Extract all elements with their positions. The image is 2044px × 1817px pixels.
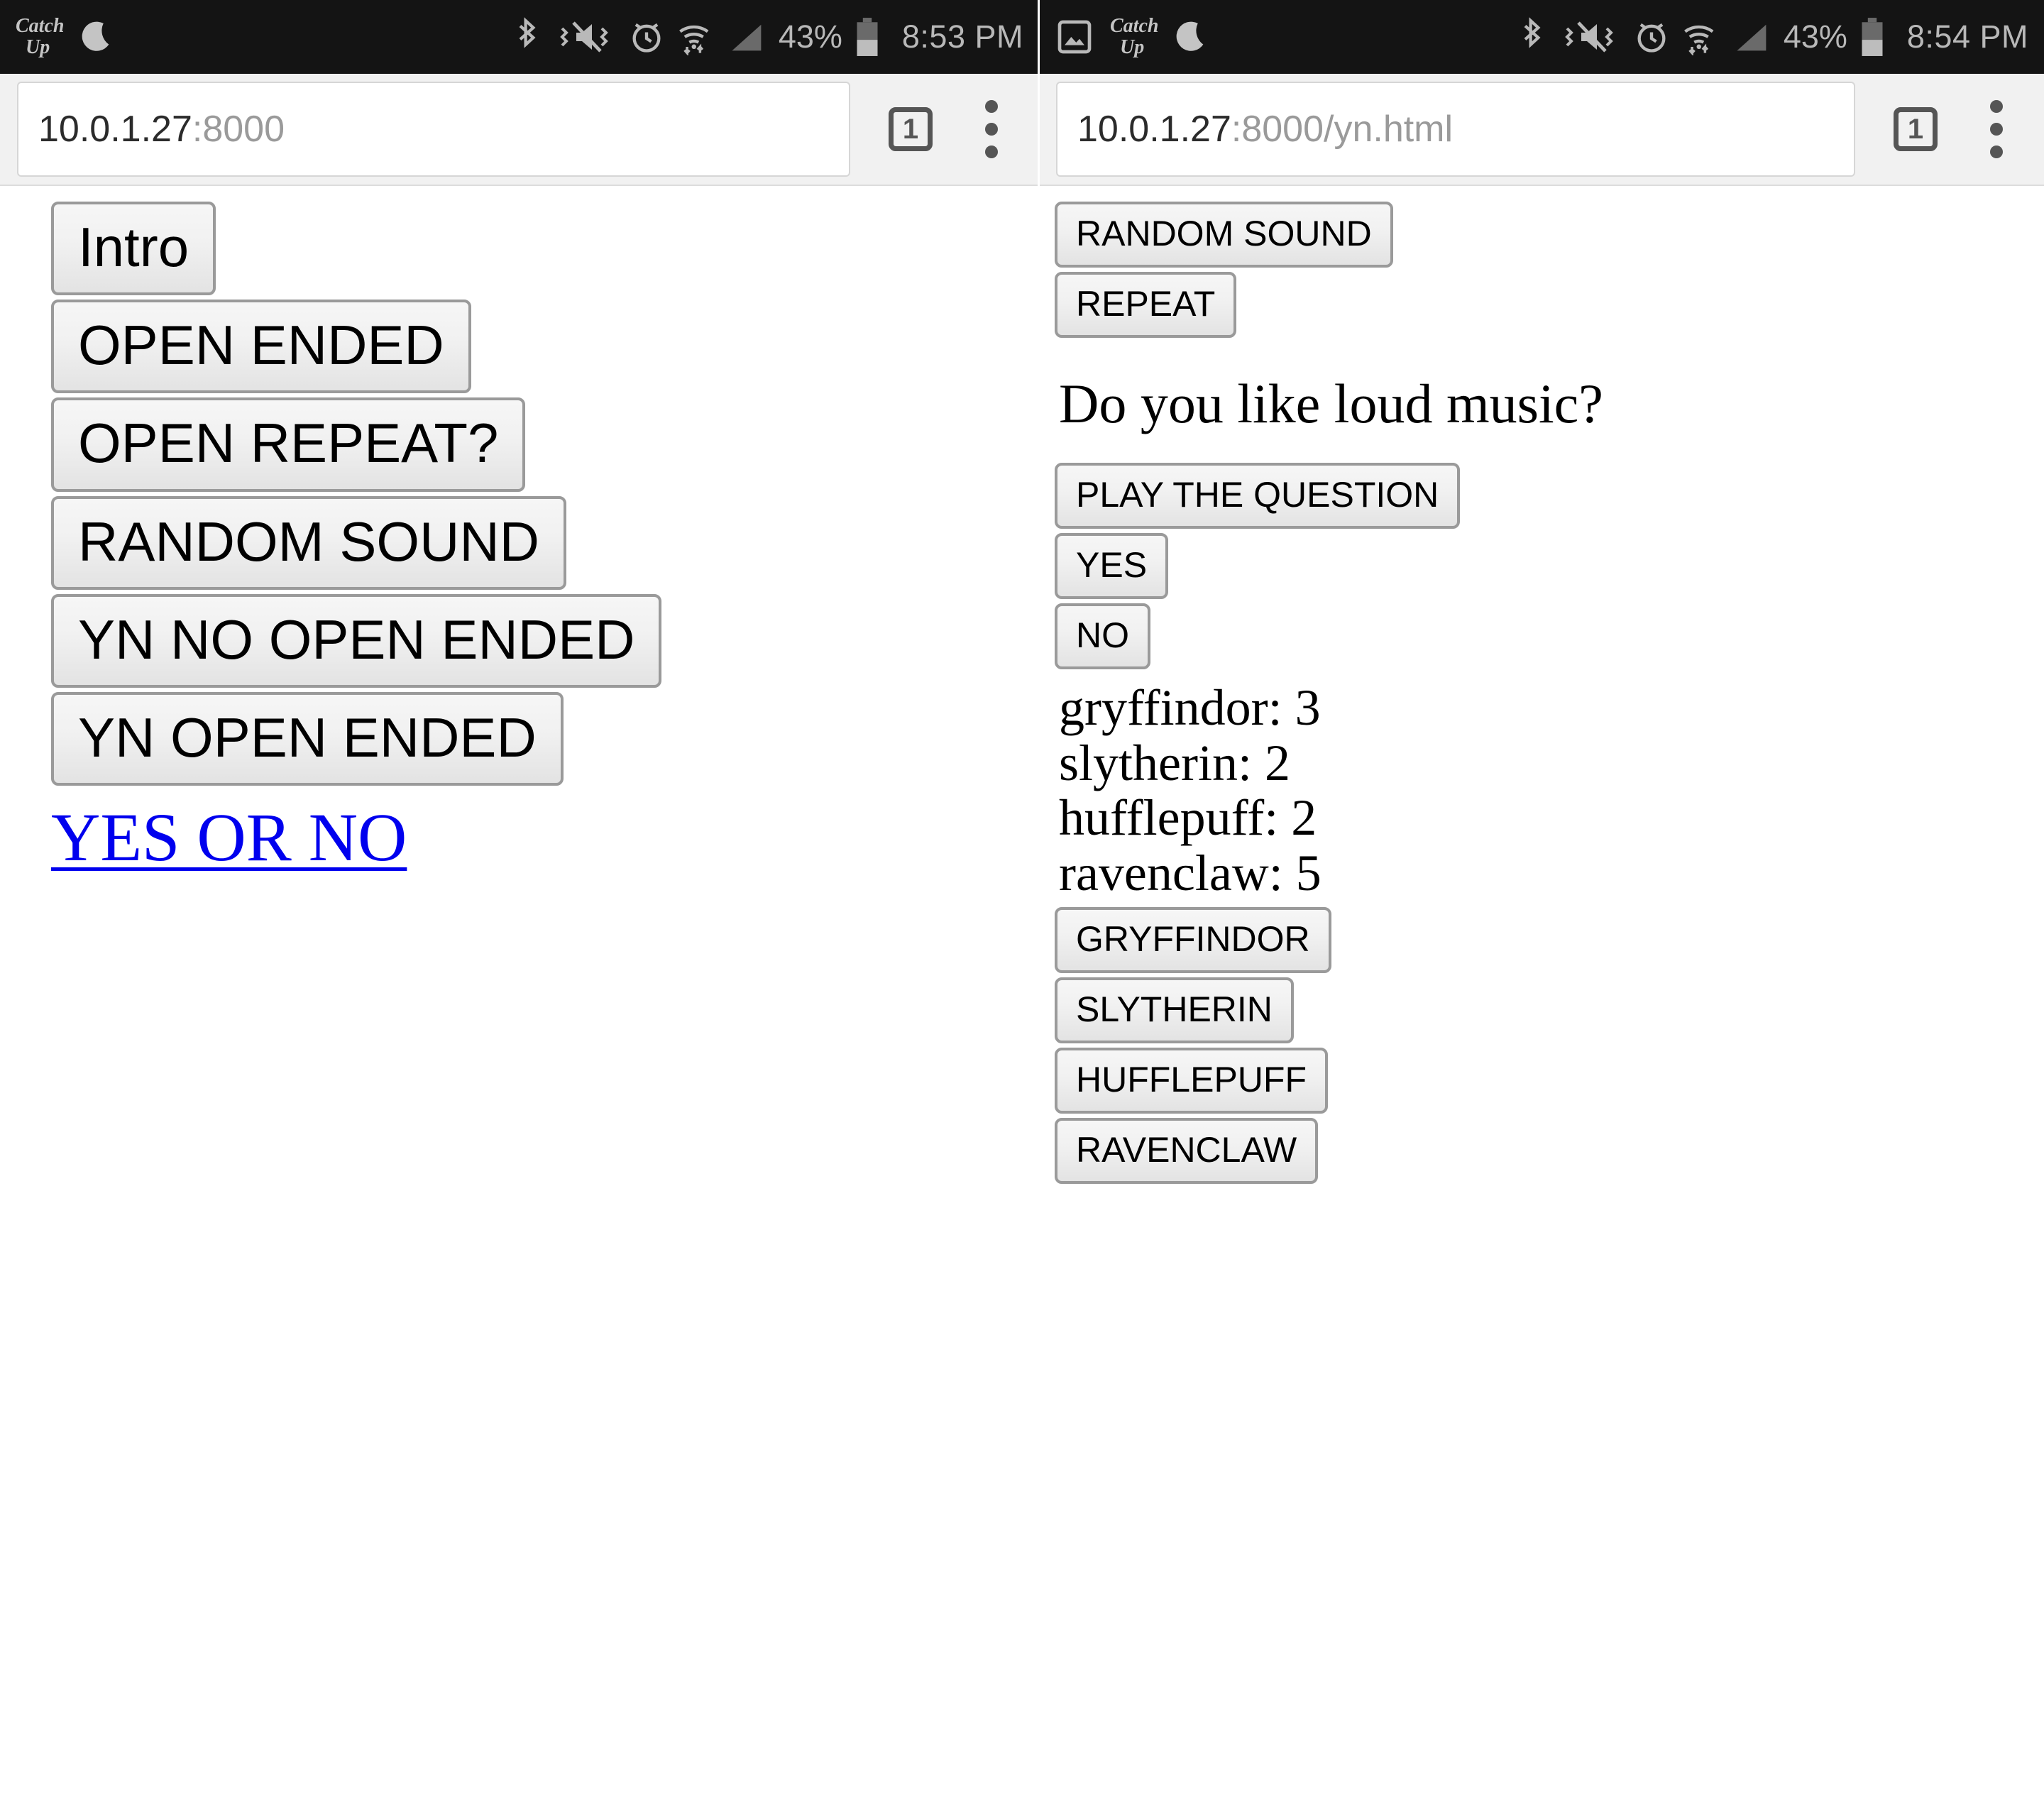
clock-label: 8:54 PM (1906, 18, 2028, 55)
kebab-dot (1990, 100, 2003, 113)
kebab-dot (985, 100, 998, 113)
left-status-bar: Catch Up 43% 8:53 PM (0, 0, 1039, 74)
catch-up-logo-icon: Catch Up (1110, 15, 1159, 59)
status-bar-notification-icons: Catch Up (1055, 15, 1209, 59)
bluetooth-icon (1524, 17, 1541, 48)
gryffindor-button[interactable]: GRYFFINDOR (1055, 906, 1331, 973)
tab-counter-label: 1 (902, 113, 919, 145)
moon-icon (82, 21, 109, 51)
tab-counter[interactable]: 1 (889, 107, 933, 151)
ravenclaw-button[interactable]: RAVENCLAW (1055, 1117, 1319, 1184)
tally-row-hufflepuff: hufflepuff: 2 (1059, 789, 1317, 847)
right-browser-toolbar: 10.0.1.27 :8000/yn.html 1 (1039, 74, 2044, 186)
battery-icon (857, 18, 878, 56)
left-browser-toolbar: 10.0.1.27 :8000 1 (0, 74, 1039, 186)
left-button-stack: Intro OPEN ENDED OPEN REPEAT? RANDOM SOU… (51, 202, 1039, 790)
vibrate-mute-icon (1564, 21, 1613, 53)
left-url-bar[interactable]: 10.0.1.27 :8000 (17, 82, 850, 177)
image-icon (1057, 20, 1092, 54)
kebab-dot (985, 123, 998, 136)
yn-open-ended-button[interactable]: YN OPEN ENDED (51, 692, 564, 786)
no-button[interactable]: NO (1055, 603, 1150, 669)
left-page-content: Intro OPEN ENDED OPEN REPEAT? RANDOM SOU… (0, 186, 1039, 875)
open-repeat-button[interactable]: OPEN REPEAT? (51, 397, 526, 492)
battery-icon (1862, 18, 1883, 56)
tally-row-ravenclaw: ravenclaw: 5 (1059, 845, 1322, 902)
right-url-bar[interactable]: 10.0.1.27 :8000/yn.html (1056, 82, 1855, 177)
catch-up-logo-line2: Up (1120, 36, 1145, 58)
bluetooth-icon (519, 17, 536, 48)
catch-up-logo-line1: Catch (16, 15, 65, 37)
wifi-icon (678, 25, 709, 55)
moon-icon (1176, 21, 1204, 51)
status-bar-system-icons: 43% 8:53 PM (510, 16, 1023, 57)
kebab-dot (1990, 123, 2003, 136)
overflow-menu-icon[interactable] (967, 92, 1016, 166)
screenshot-root: Catch Up 43% 8:53 PM 10.0.1.27:8000 1 I… (0, 0, 2044, 1817)
window-divider (1038, 0, 1040, 1817)
random-sound-button[interactable]: RANDOM SOUND (1055, 202, 1393, 268)
signal-icon (732, 24, 762, 51)
url-host: 10.0.1.27 (38, 109, 192, 150)
yes-or-no-link[interactable]: YES OR NO (51, 800, 407, 875)
right-page-content: RANDOM SOUND REPEAT Do you like loud mus… (1039, 186, 2044, 1188)
sound-controls-group: RANDOM SOUND REPEAT (1055, 202, 2044, 342)
catch-up-logo-icon: Catch Up (16, 15, 65, 59)
wifi-icon (1683, 25, 1714, 55)
yes-button[interactable]: YES (1055, 532, 1169, 599)
tally-row-slytherin: slytherin: 2 (1059, 734, 1290, 791)
catch-up-logo-line2: Up (26, 36, 50, 58)
tab-counter-label: 1 (1907, 113, 1924, 145)
slytherin-button[interactable]: SLYTHERIN (1055, 977, 1294, 1043)
signal-icon (1737, 24, 1766, 51)
alarm-icon (632, 23, 661, 53)
answer-controls-group: PLAY THE QUESTION YES NO (1055, 462, 2044, 674)
status-bar-system-icons: 43% 8:54 PM (1515, 16, 2028, 57)
tab-counter[interactable]: 1 (1894, 107, 1938, 151)
tally-row-gryffindor: gryffindor: 3 (1059, 679, 1321, 736)
hufflepuff-button[interactable]: HUFFLEPUFF (1055, 1047, 1328, 1114)
url-path: :8000 (192, 109, 285, 150)
kebab-dot (1990, 146, 2003, 158)
status-bar-notification-icons: Catch Up (16, 15, 115, 59)
kebab-dot (985, 146, 998, 158)
random-sound-button[interactable]: RANDOM SOUND (51, 495, 567, 590)
alarm-icon (1637, 23, 1666, 53)
right-browser-window: Catch Up 43% 8:54 PM 10.0.1.27:8000/yn.… (1039, 0, 2044, 1817)
house-tally-list: gryffindor: 3 slytherin: 2 hufflepuff: 2… (1059, 679, 2044, 902)
yn-no-open-ended-button[interactable]: YN NO OPEN ENDED (51, 593, 662, 688)
url-path: :8000/yn.html (1231, 109, 1454, 150)
battery-percent-label: 43% (1783, 18, 1847, 55)
open-ended-button[interactable]: OPEN ENDED (51, 300, 471, 394)
intro-button[interactable]: Intro (51, 202, 216, 296)
house-buttons-group: GRYFFINDOR SLYTHERIN HUFFLEPUFF RAVENCLA… (1055, 906, 2044, 1188)
battery-percent-label: 43% (778, 18, 842, 55)
vibrate-mute-icon (559, 21, 608, 53)
catch-up-logo-line1: Catch (1110, 15, 1159, 37)
url-host: 10.0.1.27 (1077, 109, 1231, 150)
repeat-button[interactable]: REPEAT (1055, 272, 1237, 338)
right-status-bar: Catch Up 43% 8:54 PM (1039, 0, 2044, 74)
question-text: Do you like loud music? (1059, 373, 1603, 434)
play-the-question-button[interactable]: PLAY THE QUESTION (1055, 462, 1461, 529)
overflow-menu-icon[interactable] (1972, 92, 2021, 166)
clock-label: 8:53 PM (901, 18, 1023, 55)
left-browser-window: Catch Up 43% 8:53 PM 10.0.1.27:8000 1 I… (0, 0, 1039, 1817)
